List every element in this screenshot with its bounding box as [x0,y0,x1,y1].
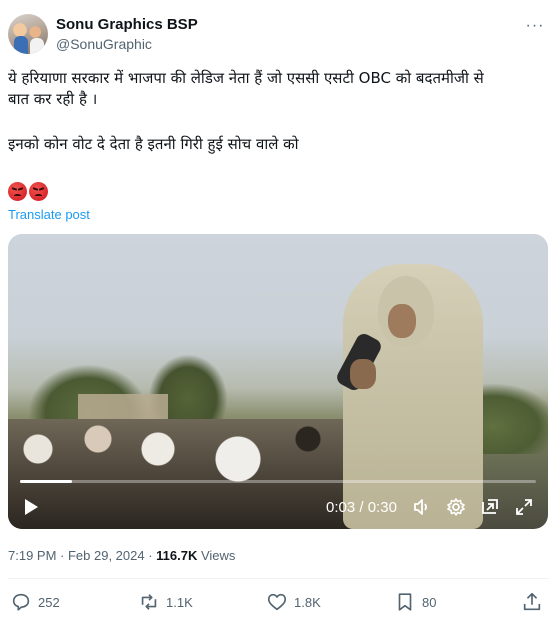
share-button[interactable] [521,590,543,614]
bookmark-icon [398,593,412,611]
angry-face-emoji [29,182,48,201]
more-options-button[interactable]: ··· [523,16,547,36]
tweet-text-line: ये हरियाणा सरकार में भाजपा की लेडिज नेता… [8,69,484,87]
play-icon [25,499,38,515]
video-duration: 0:30 [367,499,397,516]
repost-icon [141,594,157,610]
play-button[interactable] [22,498,40,516]
tweet-text-line: इनको कोन वोट दे देता है इतनी गिरी हुई सो… [8,135,299,153]
video-time-separator: / [355,499,368,516]
post-date[interactable]: Feb 29, 2024 [68,548,145,563]
meta-separator: · [144,548,157,563]
meta-separator: · [56,548,68,563]
video-controls: 0:03 / 0:30 [8,490,548,524]
fullscreen-button[interactable] [514,497,534,517]
avatar-figure [14,36,28,54]
bookmark-count: 80 [422,594,437,610]
avatar[interactable] [8,14,48,54]
translate-post-link[interactable]: Translate post [8,207,90,222]
angry-face-emoji [8,182,27,201]
pip-icon [482,499,498,514]
views-count: 116.7K [156,548,198,563]
author-name[interactable]: Sonu Graphics BSP [56,16,198,33]
bookmark-button[interactable]: 80 [394,590,436,614]
divider [8,578,549,579]
video-progress-fill [20,480,72,483]
heart-icon [267,593,287,611]
post-time[interactable]: 7:19 PM [8,548,56,563]
volume-icon [414,499,427,515]
video-time: 0:03 / 0:30 [326,499,397,516]
video-player[interactable]: 0:03 / 0:30 [8,234,548,529]
repost-button[interactable]: 1.1K [138,590,193,614]
action-bar: 252 1.1K 1.8K 80 [8,590,549,614]
like-count: 1.8K [294,594,321,610]
tweet-meta: 7:19 PM · Feb 29, 2024 · 116.7K Views [8,548,235,563]
reply-count: 252 [38,594,60,610]
tweet-text-line: बात कर रही है । [8,90,98,108]
repost-count: 1.1K [166,594,193,610]
picture-in-picture-button[interactable] [480,497,500,517]
more-icon: ··· [525,17,545,34]
emoji-row [8,182,48,202]
video-speaker-face [388,304,416,338]
tweet-text: ये हरियाणा सरकार में भाजपा की लेडिज नेता… [8,68,543,155]
volume-button[interactable] [412,497,432,517]
views-label: Views [197,548,236,563]
reply-icon [12,593,30,611]
like-button[interactable]: 1.8K [266,590,321,614]
avatar-figure [30,38,44,54]
video-progress-bar[interactable] [20,480,536,483]
share-icon [523,592,541,611]
author-handle[interactable]: @SonuGraphic [56,36,152,52]
settings-button[interactable] [446,497,466,517]
video-speaker-hand [350,359,376,389]
gear-icon [447,498,465,516]
video-current-time: 0:03 [326,499,356,516]
reply-button[interactable]: 252 [10,590,60,614]
tweet-header: Sonu Graphics BSP @SonuGraphic ··· [8,12,549,56]
fullscreen-icon [516,499,532,515]
